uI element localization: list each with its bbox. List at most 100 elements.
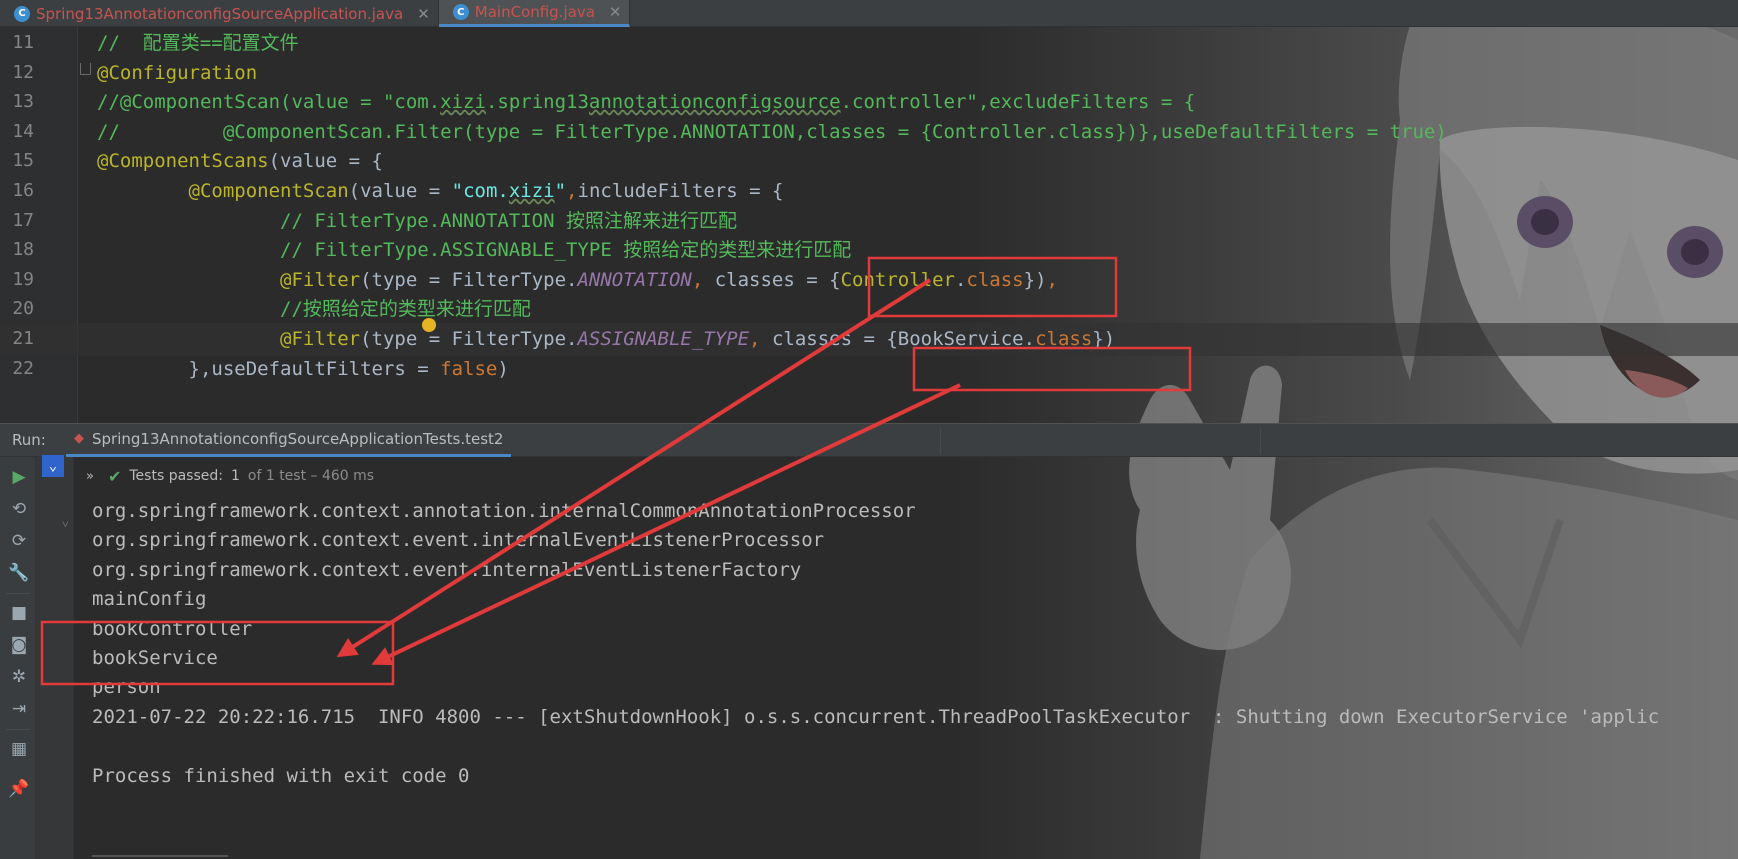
code-text: },useDefaultFilters = false)	[97, 353, 509, 386]
code-token: // FilterType.ANNOTATION 按照注解来进行匹配	[97, 209, 737, 232]
code-line[interactable]: 11 // 配置类==配置文件	[0, 27, 1738, 60]
code-token: class	[1035, 328, 1093, 350]
code-token: includeFilters = {	[577, 180, 784, 202]
code-token: .spring13	[485, 91, 589, 114]
code-token: class	[966, 268, 1024, 291]
code-token: @ComponentScans	[97, 150, 269, 173]
console-line: 2021-07-22 20:22:16.715 INFO 4800 --- [e…	[92, 705, 1660, 728]
intention-bulb-icon[interactable]	[422, 318, 436, 332]
code-text: @ComponentScans(value = {	[97, 145, 383, 178]
collapse-chevron-icon[interactable]: ⌄	[42, 455, 64, 477]
tab-application-file[interactable]: C Spring13AnnotationconfigSourceApplicat…	[0, 0, 439, 27]
stop-icon[interactable]: ■	[9, 603, 29, 623]
run-config-tab[interactable]: ◆ Spring13AnnotationconfigSourceApplicat…	[66, 423, 512, 457]
code-text: // FilterType.ASSIGNABLE_TYPE 按照给定的类型来进行…	[97, 234, 851, 267]
code-text: //按照给定的类型来进行匹配	[97, 293, 531, 326]
code-line[interactable]: 12 @Configuration	[0, 57, 1738, 90]
test-tree-column: ⌄ ˅	[36, 455, 74, 859]
run-label: Run:	[12, 431, 46, 449]
code-line[interactable]: 13 //@ComponentScan(value = "com.xizi.spr…	[0, 86, 1738, 119]
java-class-icon: C	[452, 4, 469, 20]
code-token: classes = {	[771, 328, 898, 350]
line-number: 20	[12, 298, 34, 320]
code-text: // 配置类==配置文件	[97, 27, 299, 60]
console-line: org.springframework.context.event.intern…	[92, 558, 802, 581]
console-line: Process finished with exit code 0	[92, 764, 470, 787]
code-token: annotationconfigsource	[588, 91, 841, 114]
code-text: @Filter(type = FilterType.ANNOTATION, cl…	[97, 264, 1058, 297]
run-tab-label: Spring13AnnotationconfigSourceApplicatio…	[92, 429, 504, 448]
code-token: "	[554, 180, 567, 202]
code-line[interactable]: 14 // @ComponentScan.Filter(type = Filter…	[0, 116, 1738, 149]
run-side-toolbar: ▶ ⟲ ⟳ 🔧 ■ ◙ ✲ ⇥ ▦ 📌	[0, 457, 36, 859]
line-number: 17	[12, 209, 34, 231]
code-token: ASSIGNABLE_TYPE	[577, 328, 750, 350]
rerun-icon[interactable]: ▶	[9, 467, 29, 487]
console-line: person	[92, 676, 161, 699]
code-token: xizi	[440, 91, 486, 114]
code-editor[interactable]: 11 // 配置类==配置文件 12 @Configuration 13 //@Compo…	[0, 27, 1738, 423]
layout-icon[interactable]: ▦	[9, 739, 29, 759]
tab-mainconfig-file[interactable]: C MainConfig.java ✕	[438, 0, 631, 27]
code-line[interactable]: 20 //按照给定的类型来进行匹配	[0, 293, 1738, 326]
console-line: org.springframework.context.annotation.i…	[92, 500, 916, 522]
code-token: ,	[566, 180, 578, 202]
divider	[92, 855, 228, 857]
code-token: @Filter	[280, 268, 361, 291]
close-icon[interactable]: ✕	[609, 3, 622, 21]
code-token: //@ComponentScan(value = "com.	[97, 91, 441, 114]
expand-icon[interactable]: »	[86, 469, 94, 484]
line-number: 16	[12, 180, 34, 201]
fold-marker-icon[interactable]	[80, 63, 91, 75]
pin-icon[interactable]: 📌	[8, 779, 29, 799]
divider	[940, 428, 941, 454]
code-token: // @ComponentScan.Filter(type = FilterTy…	[97, 120, 1447, 143]
code-token: )	[497, 357, 509, 380]
code-token: @Filter	[280, 328, 361, 350]
status-detail: of 1 test – 460 ms	[247, 468, 375, 484]
code-line[interactable]: 21 @Filter(type = FilterType.ASSIGNABLE_…	[0, 323, 1738, 356]
code-text: // @ComponentScan.Filter(type = FilterTy…	[97, 116, 1447, 149]
code-text: // FilterType.ANNOTATION 按照注解来进行匹配	[97, 205, 737, 238]
code-token: @Configuration	[97, 61, 258, 84]
code-token: //按照给定的类型来进行匹配	[97, 298, 531, 321]
console-output[interactable]: org.springframework.context.annotation.i…	[74, 495, 1738, 859]
code-token: },	[97, 357, 212, 380]
line-number: 19	[12, 268, 34, 290]
chevron-icon[interactable]: ˅	[62, 517, 69, 532]
check-icon: ✔	[107, 466, 122, 486]
code-line[interactable]: 22 },useDefaultFilters = false)	[0, 353, 1738, 386]
toggle-auto-test-icon[interactable]: ⟳	[9, 531, 29, 551]
code-token: useDefaultFilters =	[211, 357, 441, 380]
divider	[1260, 428, 1261, 454]
code-text: @ComponentScan(value = "com.xizi",includ…	[97, 175, 784, 208]
code-token: ,	[691, 268, 715, 291]
code-line[interactable]: 19 @Filter(type = FilterType.ANNOTATION,…	[0, 264, 1738, 297]
camera-icon[interactable]: ◙	[9, 635, 29, 655]
code-token: ANNOTATION	[577, 268, 692, 291]
code-line[interactable]: 17 // FilterType.ANNOTATION 按照注解来进行匹配	[0, 205, 1738, 238]
line-number: 21	[12, 328, 34, 349]
java-class-icon: C	[14, 5, 30, 22]
code-token: // FilterType.ASSIGNABLE_TYPE 按照给定的类型来进行…	[97, 239, 852, 262]
run-tool-window-header: Run: ◆ Spring13AnnotationconfigSourceApp…	[0, 423, 1738, 457]
tab-label: Spring13AnnotationconfigSourceApplicatio…	[36, 4, 404, 23]
line-number: 12	[12, 61, 34, 83]
code-line[interactable]: 18 // FilterType.ASSIGNABLE_TYPE 按照给定的类型…	[0, 234, 1738, 267]
code-token: (type = FilterType.	[360, 268, 578, 291]
bug-icon[interactable]: ✲	[9, 667, 29, 687]
code-token: // 配置类==配置文件	[97, 32, 299, 54]
code-line[interactable]: 15 @ComponentScans(value = {	[0, 145, 1738, 178]
code-token: })	[1092, 328, 1116, 350]
code-line[interactable]: 16 @ComponentScan(value = "com.xizi",inc…	[0, 175, 1738, 208]
exit-icon[interactable]: ⇥	[9, 699, 29, 719]
wrench-icon[interactable]: 🔧	[8, 563, 29, 583]
divider	[6, 593, 30, 594]
line-number: 11	[12, 32, 34, 53]
console-line: org.springframework.context.event.intern…	[92, 529, 825, 552]
close-icon[interactable]: ✕	[417, 5, 430, 23]
code-token: classes = {	[714, 268, 841, 291]
rerun-failed-icon[interactable]: ⟲	[9, 499, 29, 519]
divider	[6, 729, 30, 730]
